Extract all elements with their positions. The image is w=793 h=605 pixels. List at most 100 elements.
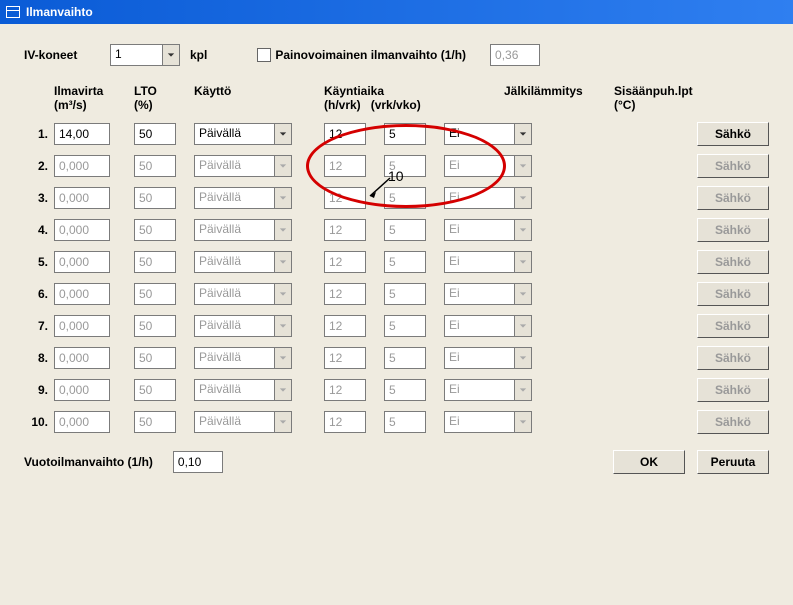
- kaytto-value: Päivällä: [194, 315, 274, 337]
- chevron-down-icon: [274, 219, 292, 241]
- chevron-down-icon: [274, 379, 292, 401]
- kaytto-select[interactable]: Päivällä: [194, 123, 292, 145]
- kaytto-value: Päivällä: [194, 187, 274, 209]
- jalki-value: Ei: [444, 123, 514, 145]
- ilmavirta-input: [54, 251, 110, 273]
- chevron-down-icon: [274, 315, 292, 337]
- ilmavirta-input: [54, 283, 110, 305]
- jalki-select[interactable]: Ei: [444, 123, 532, 145]
- chevron-down-icon: [274, 347, 292, 369]
- chevron-down-icon: [274, 155, 292, 177]
- jalki-select: Ei: [444, 187, 532, 209]
- hdr-sisaan-unit: (°C): [614, 98, 693, 112]
- kaytto-value: Päivällä: [194, 379, 274, 401]
- hdr-lto: LTO: [134, 84, 194, 98]
- data-row: 6.PäivälläEiSähkö: [24, 282, 769, 306]
- hdr-hvrk: (h/vrk): [324, 98, 361, 112]
- ilmavirta-input: [54, 219, 110, 241]
- vrkvko-input: [384, 347, 426, 369]
- data-row: 10.PäivälläEiSähkö: [24, 410, 769, 434]
- lto-input: [134, 411, 176, 433]
- chevron-down-icon: [514, 187, 532, 209]
- jalki-value: Ei: [444, 315, 514, 337]
- ok-button[interactable]: OK: [613, 450, 685, 474]
- row-number: 3.: [24, 191, 54, 205]
- ivkoneet-label: IV-koneet: [24, 48, 110, 62]
- data-row: 5.PäivälläEiSähkö: [24, 250, 769, 274]
- ilmavirta-input[interactable]: [54, 123, 110, 145]
- jalki-value: Ei: [444, 411, 514, 433]
- hvrk-input[interactable]: [324, 123, 366, 145]
- row-number: 2.: [24, 159, 54, 173]
- data-row: 9.PäivälläEiSähkö: [24, 378, 769, 402]
- vrkvko-input: [384, 155, 426, 177]
- row-number: 1.: [24, 127, 54, 141]
- kaytto-value: Päivällä: [194, 251, 274, 273]
- data-row: 7.PäivälläEiSähkö: [24, 314, 769, 338]
- hvrk-input: [324, 187, 366, 209]
- row-number: 6.: [24, 287, 54, 301]
- lto-input: [134, 379, 176, 401]
- ilmavirta-input: [54, 155, 110, 177]
- vrkvko-input: [384, 251, 426, 273]
- jalki-value: Ei: [444, 187, 514, 209]
- jalki-select: Ei: [444, 155, 532, 177]
- hvrk-input: [324, 411, 366, 433]
- vrkvko-input: [384, 187, 426, 209]
- hvrk-input: [324, 283, 366, 305]
- sahko-button[interactable]: Sähkö: [697, 122, 769, 146]
- hdr-ilmavirta: Ilmavirta: [54, 84, 134, 98]
- lto-input: [134, 347, 176, 369]
- window-title: Ilmanvaihto: [26, 5, 93, 19]
- lto-input: [134, 283, 176, 305]
- kaytto-select: Päivällä: [194, 155, 292, 177]
- kaytto-value: Päivällä: [194, 155, 274, 177]
- lto-input: [134, 315, 176, 337]
- sahko-button: Sähkö: [697, 314, 769, 338]
- chevron-down-icon: [514, 219, 532, 241]
- row-number: 8.: [24, 351, 54, 365]
- client-area: IV-koneet 1 kpl Painovoimainen ilmanvaih…: [0, 24, 793, 605]
- jalki-select: Ei: [444, 411, 532, 433]
- painov-checkbox[interactable]: [257, 48, 271, 62]
- column-headers: Ilmavirta (m³/s) LTO (%) Käyttö Käyntiai…: [24, 84, 769, 112]
- kaytto-value: Päivällä: [194, 283, 274, 305]
- kaytto-value: Päivällä: [194, 411, 274, 433]
- kaytto-select: Päivällä: [194, 315, 292, 337]
- hvrk-input: [324, 347, 366, 369]
- hdr-kayntiaika: Käyntiaika: [324, 84, 504, 98]
- row-number: 4.: [24, 223, 54, 237]
- jalki-select: Ei: [444, 283, 532, 305]
- ilmavirta-input: [54, 379, 110, 401]
- sahko-button: Sähkö: [697, 186, 769, 210]
- jalki-value: Ei: [444, 155, 514, 177]
- vrkvko-input[interactable]: [384, 123, 426, 145]
- row-number: 9.: [24, 383, 54, 397]
- lto-input[interactable]: [134, 123, 176, 145]
- rows-container: 1. Päivällä Ei Sähkö 2. Päivällä Ei Sähkö 3. Päiv…: [24, 122, 769, 434]
- vrkvko-input: [384, 379, 426, 401]
- hdr-kaytto: Käyttö: [194, 84, 324, 98]
- vrkvko-input: [384, 283, 426, 305]
- painov-value: [490, 44, 540, 66]
- ivkoneet-value: 1: [110, 44, 162, 66]
- vrkvko-input: [384, 219, 426, 241]
- lto-input: [134, 219, 176, 241]
- kaytto-value: Päivällä: [194, 123, 274, 145]
- data-row: 8.PäivälläEiSähkö: [24, 346, 769, 370]
- chevron-down-icon[interactable]: [162, 44, 180, 66]
- ivkoneet-select[interactable]: 1: [110, 44, 180, 66]
- window-icon: [6, 6, 20, 18]
- jalki-select: Ei: [444, 219, 532, 241]
- vuoto-input[interactable]: [173, 451, 223, 473]
- vuoto-label: Vuotoilmanvaihto (1/h): [24, 455, 153, 469]
- sahko-button: Sähkö: [697, 250, 769, 274]
- ilmavirta-input: [54, 315, 110, 337]
- jalki-value: Ei: [444, 251, 514, 273]
- ilmavirta-input: [54, 411, 110, 433]
- chevron-down-icon: [514, 283, 532, 305]
- data-row: 1. Päivällä Ei Sähkö: [24, 122, 769, 146]
- cancel-button[interactable]: Peruuta: [697, 450, 769, 474]
- chevron-down-icon[interactable]: [514, 123, 532, 145]
- chevron-down-icon[interactable]: [274, 123, 292, 145]
